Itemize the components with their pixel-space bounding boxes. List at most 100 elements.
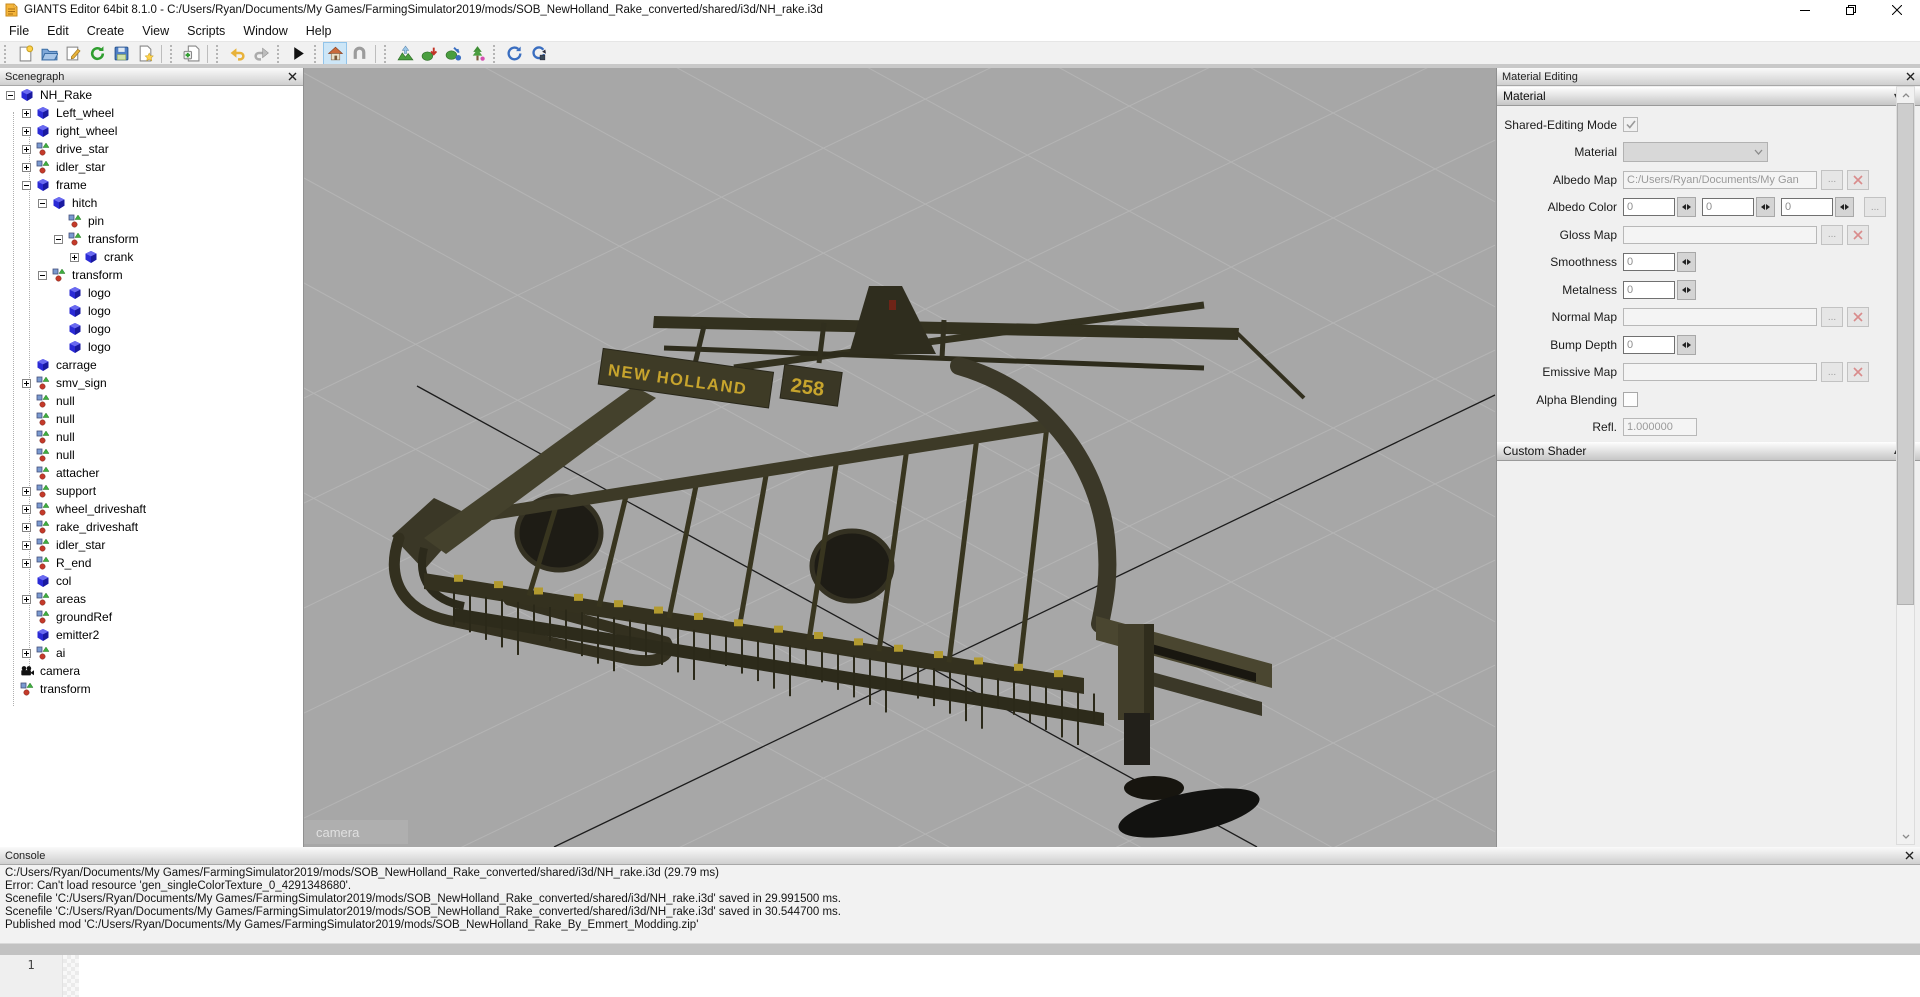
gloss-map-clear-button[interactable] — [1847, 225, 1869, 245]
gloss-map-browse-button[interactable]: ... — [1821, 225, 1843, 245]
expander-icon[interactable] — [22, 505, 31, 514]
tree-node-crank[interactable]: crank — [0, 248, 303, 266]
script-editor-content[interactable] — [79, 955, 1920, 997]
tree-node-wheel_driveshaft[interactable]: wheel_driveshaft — [0, 500, 303, 518]
tree-node-R_end[interactable]: R_end — [0, 554, 303, 572]
tree-node-drive_star[interactable]: drive_star — [0, 140, 303, 158]
restore-button[interactable] — [1828, 0, 1874, 20]
alpha-blending-checkbox[interactable] — [1623, 392, 1638, 407]
expander-icon[interactable] — [22, 595, 31, 604]
tree-node-pin[interactable]: pin — [0, 212, 303, 230]
shared-editing-mode-checkbox[interactable] — [1623, 117, 1638, 132]
tree-node-null[interactable]: null — [0, 410, 303, 428]
expander-icon[interactable] — [70, 253, 79, 262]
bump-depth-input[interactable]: 0 — [1623, 336, 1675, 354]
material-scrollbar[interactable] — [1896, 86, 1915, 845]
tree-node-transform[interactable]: transform — [0, 230, 303, 248]
albedo-color-value-2[interactable]: 0 — [1781, 198, 1833, 216]
tree-node-areas[interactable]: areas — [0, 590, 303, 608]
expander-icon[interactable] — [54, 235, 63, 244]
export-button[interactable] — [134, 43, 156, 64]
new-file-button[interactable] — [14, 43, 36, 64]
tree-node-right_wheel[interactable]: right_wheel — [0, 122, 303, 140]
magnet-button[interactable] — [348, 43, 370, 64]
tree-node-null[interactable]: null — [0, 428, 303, 446]
expander-icon[interactable] — [22, 559, 31, 568]
expander-icon[interactable] — [38, 199, 47, 208]
menu-create[interactable]: Create — [78, 22, 134, 40]
expander-icon[interactable] — [38, 271, 47, 280]
tree-node-logo[interactable]: logo — [0, 284, 303, 302]
tree-node-smv_sign[interactable]: smv_sign — [0, 374, 303, 392]
minimize-button[interactable] — [1782, 0, 1828, 20]
reload-button[interactable] — [86, 43, 108, 64]
terrain-up-button[interactable] — [394, 43, 416, 64]
tree-node-groundRef[interactable]: groundRef — [0, 608, 303, 626]
active-camera-label[interactable]: camera — [316, 825, 360, 840]
expander-icon[interactable] — [22, 127, 31, 136]
scenegraph-close-icon[interactable] — [287, 71, 298, 82]
menu-window[interactable]: Window — [234, 22, 296, 40]
menu-scripts[interactable]: Scripts — [178, 22, 234, 40]
tree-node-frame[interactable]: frame — [0, 176, 303, 194]
bump-depth-spinner[interactable] — [1677, 335, 1696, 355]
tree-node-transform[interactable]: transform — [0, 266, 303, 284]
tree-node-idler_star[interactable]: idler_star — [0, 536, 303, 554]
emissive-map-clear-button[interactable] — [1847, 362, 1869, 382]
emissive-map-input[interactable] — [1623, 363, 1817, 381]
open-file-button[interactable] — [38, 43, 60, 64]
tree-node-emitter2[interactable]: emitter2 — [0, 626, 303, 644]
normal-map-clear-button[interactable] — [1847, 307, 1869, 327]
save-button[interactable] — [110, 43, 132, 64]
albedo-map-clear-button[interactable] — [1847, 170, 1869, 190]
expander-icon[interactable] — [22, 163, 31, 172]
add-item-button[interactable] — [180, 43, 202, 64]
emissive-map-browse-button[interactable]: ... — [1821, 362, 1843, 382]
tree-node-idler_star[interactable]: idler_star — [0, 158, 303, 176]
expander-icon[interactable] — [22, 649, 31, 658]
gloss-map-input[interactable] — [1623, 226, 1817, 244]
foliage-paint-button[interactable] — [418, 43, 440, 64]
normal-map-input[interactable] — [1623, 308, 1817, 326]
tree-node-col[interactable]: col — [0, 572, 303, 590]
metalness-spinner[interactable] — [1677, 280, 1696, 300]
undo-button[interactable] — [226, 43, 248, 64]
albedo-color-value-1[interactable]: 0 — [1702, 198, 1754, 216]
tree-node-camera[interactable]: camera — [0, 662, 303, 680]
expander-icon[interactable] — [22, 181, 31, 190]
smoothness-input[interactable]: 0 — [1623, 253, 1675, 271]
albedo-map-browse-button[interactable]: ... — [1821, 170, 1843, 190]
tree-node-transform[interactable]: transform — [0, 680, 303, 698]
material-dropdown[interactable] — [1623, 142, 1768, 162]
tree-node-null[interactable]: null — [0, 392, 303, 410]
tree-node-ai[interactable]: ai — [0, 644, 303, 662]
tree-node-rake_driveshaft[interactable]: rake_driveshaft — [0, 518, 303, 536]
foliage-pick-button[interactable] — [442, 43, 464, 64]
tree-node-carrage[interactable]: carrage — [0, 356, 303, 374]
menu-file[interactable]: File — [0, 22, 38, 40]
custom-shader-section-header[interactable]: Custom Shader ▲ — [1497, 441, 1920, 461]
expander-icon[interactable] — [22, 145, 31, 154]
albedo-color-1-spinner[interactable] — [1756, 197, 1775, 217]
expander-icon[interactable] — [22, 487, 31, 496]
tree-node-attacher[interactable]: attacher — [0, 464, 303, 482]
play-button[interactable] — [287, 43, 309, 64]
tree-node-hitch[interactable]: hitch — [0, 194, 303, 212]
tree-node-support[interactable]: support — [0, 482, 303, 500]
viewport-canvas[interactable]: NEW HOLLAND 258 camera — [304, 68, 1496, 847]
albedo-color-2-spinner[interactable] — [1835, 197, 1854, 217]
albedo-color-value-0[interactable]: 0 — [1623, 198, 1675, 216]
metalness-input[interactable]: 0 — [1623, 281, 1675, 299]
edit-file-button[interactable] — [62, 43, 84, 64]
reload-shaders-button[interactable] — [503, 43, 525, 64]
console-close-icon[interactable] — [1904, 850, 1915, 861]
material-section-header[interactable]: Material ▼ — [1497, 86, 1920, 106]
tree-add-button[interactable] — [466, 43, 488, 64]
tree-node-logo[interactable]: logo — [0, 320, 303, 338]
tree-node-null[interactable]: null — [0, 446, 303, 464]
home-button[interactable] — [324, 43, 346, 64]
expander-icon[interactable] — [22, 109, 31, 118]
viewport-3d[interactable]: NEW HOLLAND 258 camera — [304, 68, 1496, 847]
albedo-color-browse-button[interactable]: ... — [1864, 197, 1886, 217]
menu-view[interactable]: View — [133, 22, 178, 40]
